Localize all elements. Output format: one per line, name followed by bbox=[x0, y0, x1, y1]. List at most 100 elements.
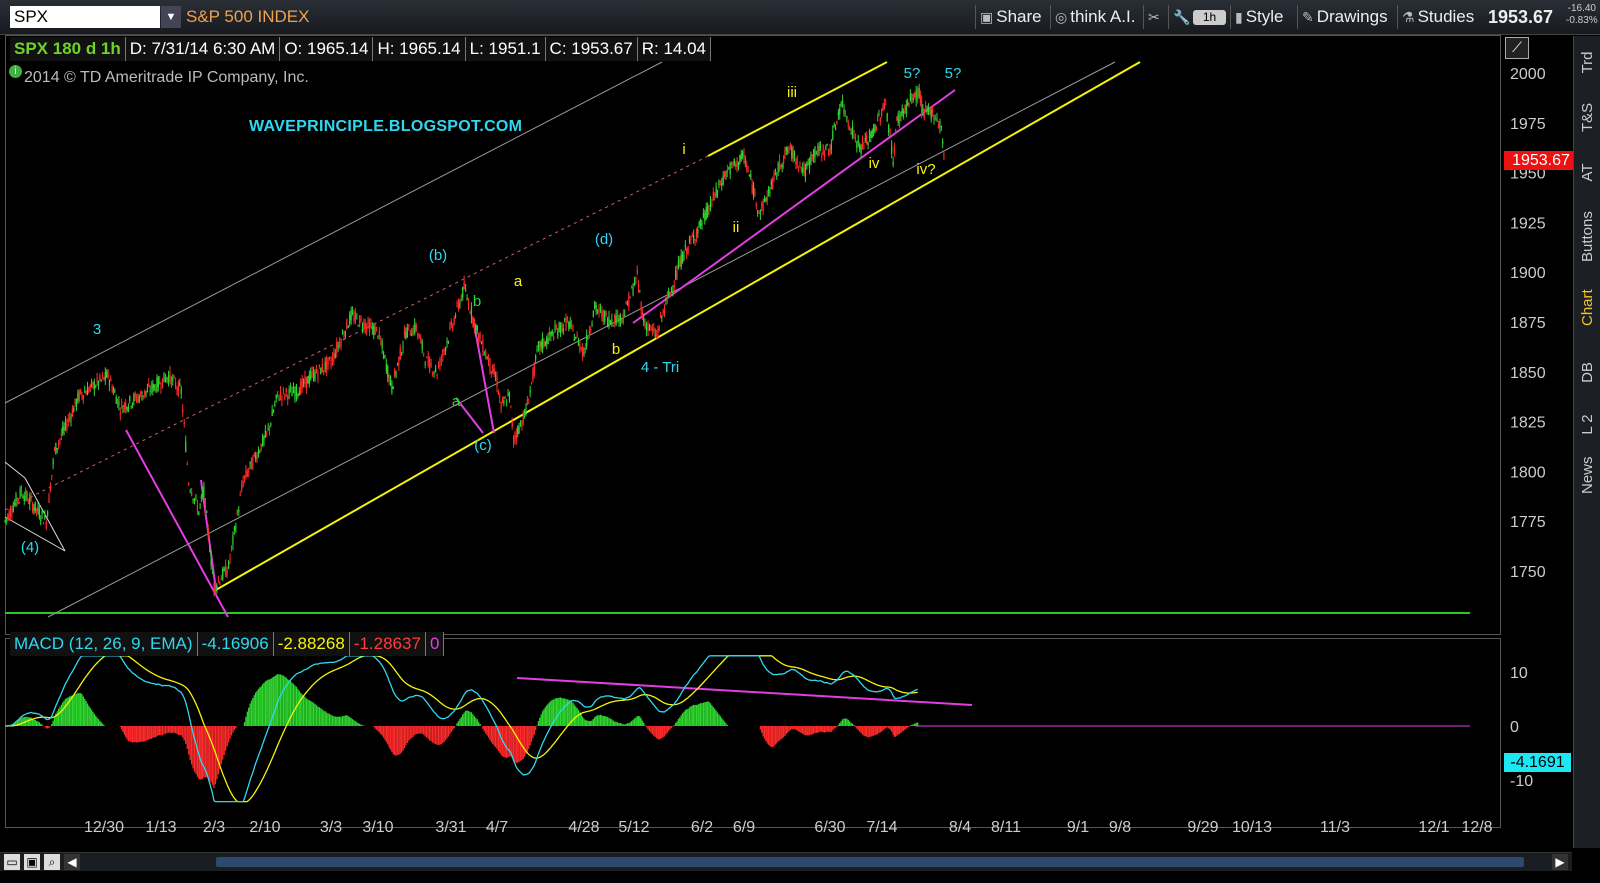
candle bbox=[69, 417, 71, 419]
sidebar-tab-at[interactable]: AT bbox=[1574, 158, 1600, 188]
candle bbox=[331, 356, 334, 363]
candle bbox=[856, 142, 858, 149]
scroll-left-arrow-icon[interactable]: ◀ bbox=[64, 854, 80, 870]
candle bbox=[264, 430, 266, 438]
candle bbox=[810, 154, 812, 165]
candle bbox=[275, 394, 277, 399]
candle bbox=[766, 195, 768, 202]
candle bbox=[44, 514, 46, 520]
candle bbox=[651, 328, 653, 331]
sidebar-tab-trd[interactable]: Trd bbox=[1574, 44, 1600, 80]
candle bbox=[465, 289, 467, 291]
candle bbox=[503, 400, 505, 404]
candle bbox=[430, 363, 432, 367]
candle bbox=[624, 315, 626, 317]
candle bbox=[907, 102, 909, 106]
candle bbox=[672, 290, 674, 292]
candle bbox=[260, 443, 262, 451]
sidebar-tab-label: L 2 bbox=[1579, 414, 1596, 435]
candle bbox=[287, 395, 289, 401]
candle bbox=[528, 403, 530, 405]
candle bbox=[53, 448, 56, 450]
candle bbox=[453, 317, 455, 325]
candle bbox=[334, 353, 336, 358]
candle bbox=[594, 301, 596, 309]
sidebar-tab-news[interactable]: News bbox=[1574, 456, 1600, 502]
chart-symbol-label[interactable]: SPX 180 d 1h bbox=[10, 37, 126, 61]
candle bbox=[141, 395, 143, 401]
candle bbox=[417, 332, 419, 336]
candle bbox=[776, 175, 778, 177]
zoom-out-icon[interactable]: ▭ bbox=[4, 854, 20, 870]
close-readout: C: 1953.67 bbox=[545, 37, 638, 61]
candle bbox=[156, 377, 158, 392]
date-tick-label: 5/12 bbox=[618, 819, 649, 836]
zoom-in-icon[interactable]: ▣ bbox=[24, 854, 40, 870]
candle bbox=[391, 382, 393, 393]
candle bbox=[822, 145, 824, 154]
candle bbox=[135, 398, 138, 402]
candle bbox=[172, 377, 174, 382]
candle bbox=[433, 372, 435, 374]
candle bbox=[561, 324, 563, 333]
candle bbox=[631, 286, 633, 288]
candle bbox=[489, 358, 491, 371]
candle bbox=[285, 388, 287, 393]
candle bbox=[737, 162, 740, 167]
sidebar-tab-l2[interactable]: L 2 bbox=[1574, 408, 1600, 442]
magnifier-icon[interactable]: ⌕ bbox=[44, 854, 60, 870]
candle bbox=[765, 197, 767, 201]
macd-trendline bbox=[516, 677, 973, 706]
candle bbox=[350, 309, 352, 321]
candle bbox=[19, 488, 21, 498]
candle bbox=[517, 426, 519, 434]
candle bbox=[859, 144, 861, 150]
candle bbox=[214, 582, 217, 592]
candle bbox=[494, 377, 497, 379]
candle bbox=[483, 353, 485, 355]
candle bbox=[914, 93, 916, 97]
candle bbox=[846, 116, 848, 120]
date-tick-label: 9/8 bbox=[1109, 819, 1131, 836]
candle bbox=[374, 326, 376, 335]
candle bbox=[138, 396, 140, 402]
sidebar-tab-buttons[interactable]: Buttons bbox=[1574, 208, 1600, 288]
date-tick-label: 2/10 bbox=[249, 819, 280, 836]
candle bbox=[780, 164, 782, 168]
sidebar-tab-chart[interactable]: Chart bbox=[1574, 286, 1600, 336]
wave-label: i bbox=[682, 141, 685, 158]
wave-label: a bbox=[452, 393, 461, 410]
candle bbox=[863, 145, 865, 148]
candle bbox=[371, 326, 373, 330]
candle bbox=[310, 371, 312, 380]
candle bbox=[605, 313, 607, 315]
candle bbox=[762, 199, 764, 212]
info-icon[interactable]: i bbox=[9, 65, 22, 78]
candle bbox=[522, 412, 524, 425]
candle bbox=[656, 334, 658, 336]
price-tick-label: 1900 bbox=[1510, 265, 1546, 282]
candle bbox=[666, 295, 668, 299]
candle bbox=[406, 327, 408, 338]
candle bbox=[662, 309, 664, 314]
sidebar-tab-ts[interactable]: T&S bbox=[1574, 98, 1600, 138]
candle bbox=[654, 334, 656, 337]
candle bbox=[339, 342, 341, 348]
scroll-right-arrow-icon[interactable]: ▶ bbox=[1552, 854, 1568, 870]
candle bbox=[123, 403, 125, 408]
time-scrollbar[interactable]: ▭ ▣ ⌕ ◀ ▶ bbox=[0, 852, 1572, 871]
candle bbox=[15, 494, 17, 506]
candle bbox=[472, 316, 474, 324]
candle bbox=[213, 583, 215, 592]
sidebar-tab-db[interactable]: DB bbox=[1574, 358, 1600, 388]
macd-label[interactable]: MACD (12, 26, 9, EMA) bbox=[10, 632, 198, 656]
candle bbox=[818, 147, 820, 152]
candle bbox=[409, 334, 411, 336]
candle bbox=[22, 496, 24, 499]
candle bbox=[267, 428, 269, 430]
drawing-tool-icon[interactable]: ⟋ bbox=[1505, 37, 1529, 59]
candle bbox=[115, 397, 117, 405]
scrollbar-thumb[interactable] bbox=[216, 857, 1524, 867]
candle bbox=[157, 377, 159, 388]
price-chart[interactable]: 1750177518001825185018751900192519501975… bbox=[0, 0, 1600, 883]
